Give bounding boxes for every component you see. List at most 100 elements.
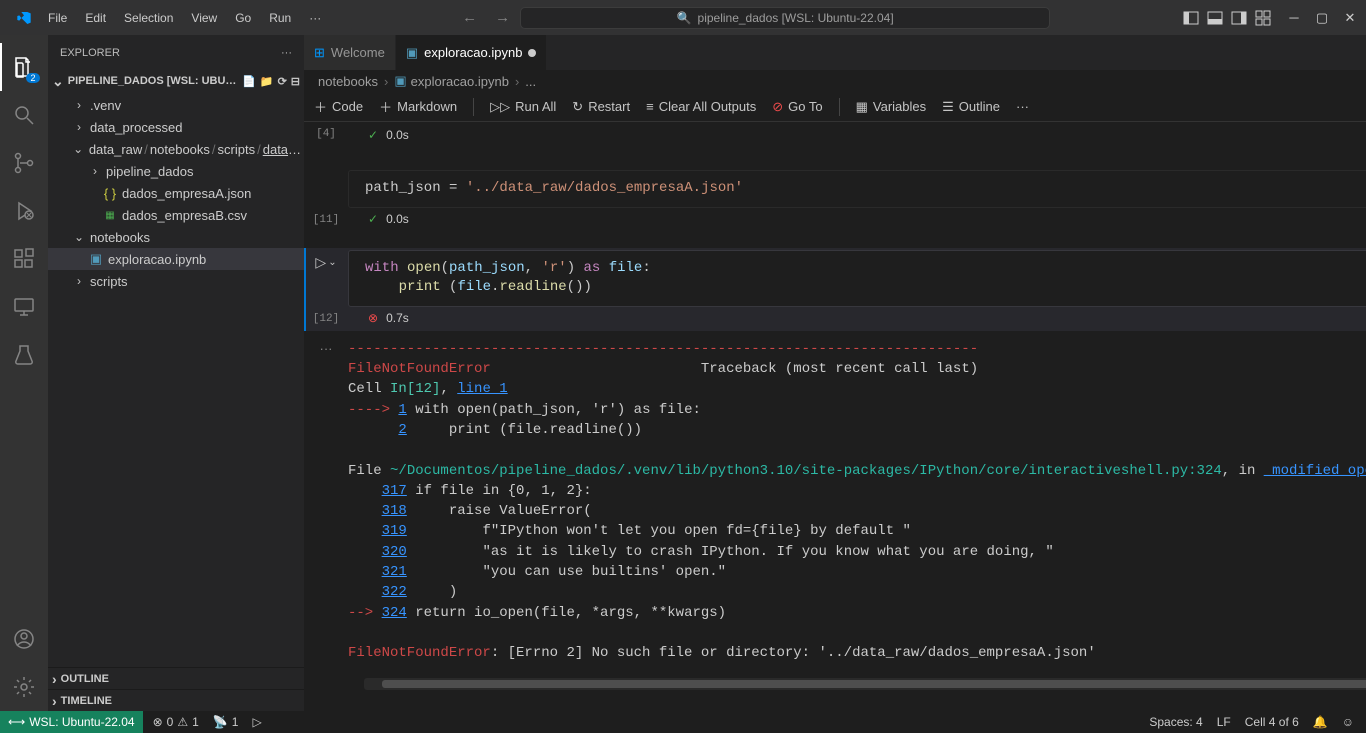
cell-12[interactable]: ⎙ ▷ ▷̲ ⊟ ··· 🗑 ▷ ⌄ [12] with open(path_j… [304, 248, 1366, 331]
menu-view[interactable]: View [183, 7, 225, 29]
tree-scripts[interactable]: › scripts [48, 270, 304, 292]
spaces-button[interactable]: Spaces: 4 [1149, 715, 1202, 729]
warning-icon: ⚠ [177, 715, 188, 729]
run-task-icon[interactable]: ▷ [252, 715, 261, 729]
add-code-button[interactable]: ＋Code [314, 97, 363, 116]
restart-icon: ↻ [572, 99, 583, 115]
activity-debug-icon[interactable] [0, 187, 48, 235]
run-all-button[interactable]: ▷▷Run All [490, 99, 556, 115]
plus-icon: ＋ [379, 97, 392, 116]
activity-source-control-icon[interactable] [0, 139, 48, 187]
eol-button[interactable]: LF [1217, 715, 1231, 729]
activity-testing-icon[interactable] [0, 331, 48, 379]
file-tree: › .venv › data_processed ⌄ data_raw/note… [48, 92, 304, 667]
goto-button[interactable]: ⊘Go To [772, 99, 822, 115]
outline-section[interactable]: › OUTLINE [48, 667, 304, 689]
search-icon: 🔍 [677, 11, 692, 25]
layout-sidebar-left-icon[interactable] [1183, 10, 1199, 26]
menu-more[interactable]: ··· [301, 7, 329, 29]
chevron-down-icon: ⌄ [72, 142, 85, 156]
feedback-icon[interactable]: ☺ [1342, 715, 1354, 729]
cell-11[interactable]: [11] path_json = '../data_raw/dados_empr… [304, 168, 1366, 232]
ports-button[interactable]: 📡1 [213, 715, 239, 729]
broadcast-icon: 📡 [213, 715, 228, 729]
tab-exploracao[interactable]: ▣ exploracao.ipynb [396, 35, 548, 70]
remote-indicator[interactable]: ⟷ WSL: Ubuntu-22.04 [0, 711, 143, 733]
plus-icon: ＋ [314, 97, 327, 116]
collapse-icon[interactable]: ⊟ [291, 75, 300, 88]
toolbar-more-icon[interactable]: ··· [1016, 99, 1029, 114]
breadcrumbs[interactable]: notebooks › ▣ exploracao.ipynb › ... [304, 70, 1366, 92]
tree-pipeline-dados[interactable]: › pipeline_dados [48, 160, 304, 182]
menu-bar: File Edit Selection View Go Run ··· [40, 7, 329, 29]
problems-button[interactable]: ⊗0 ⚠1 [153, 715, 199, 729]
activity-extensions-icon[interactable] [0, 235, 48, 283]
vscode-icon: ⊞ [314, 45, 325, 61]
tree-dados-b[interactable]: ▦ dados_empresaB.csv [48, 204, 304, 226]
chevron-down-icon: ⌄ [52, 73, 64, 90]
status-bar: ⟷ WSL: Ubuntu-22.04 ⊗0 ⚠1 📡1 ▷ Spaces: 4… [0, 711, 1366, 733]
tree-venv[interactable]: › .venv [48, 94, 304, 116]
nav-back-icon[interactable]: ← [462, 9, 477, 26]
close-icon[interactable]: ✕ [1342, 10, 1358, 26]
outline-button[interactable]: ☰Outline [942, 99, 1000, 115]
cell-4[interactable]: [4] ✓ 0.0s Python [304, 122, 1366, 148]
run-cell-button[interactable]: ▷ ⌄ [315, 254, 336, 271]
tree-exploracao[interactable]: ▣ exploracao.ipynb [48, 248, 304, 270]
activity-remote-explorer-icon[interactable] [0, 283, 48, 331]
sidebar-more-icon[interactable]: ··· [281, 47, 292, 59]
goto-icon: ⊘ [772, 99, 783, 115]
cell-position[interactable]: Cell 4 of 6 [1245, 715, 1299, 729]
workspace-title[interactable]: ⌄ PIPELINE_DADOS [WSL: UBUNTU-22.04] 📄 📁… [48, 70, 304, 92]
menu-run[interactable]: Run [261, 7, 299, 29]
search-text: pipeline_dados [WSL: Ubuntu-22.04] [698, 11, 894, 25]
notebook-icon: ▣ [394, 73, 406, 89]
traceback-output[interactable]: ----------------------------------------… [348, 333, 1366, 670]
tree-data-processed[interactable]: › data_processed [48, 116, 304, 138]
breadcrumb-file[interactable]: exploracao.ipynb [411, 74, 509, 89]
tree-data-raw[interactable]: ⌄ data_raw/notebooks/scripts/data_raw [48, 138, 304, 160]
tree-dados-a[interactable]: { } dados_empresaA.json [48, 182, 304, 204]
layout-sidebar-right-icon[interactable] [1231, 10, 1247, 26]
new-folder-icon[interactable]: 📁 [260, 75, 274, 88]
activity-search-icon[interactable] [0, 91, 48, 139]
json-icon: { } [102, 186, 118, 201]
restart-button[interactable]: ↻Restart [572, 99, 630, 115]
notebook-toolbar: ＋Code ＋Markdown ▷▷Run All ↻Restart ≡Clea… [304, 92, 1366, 122]
breadcrumb-more[interactable]: ... [525, 74, 536, 89]
output-scrollbar[interactable] [364, 678, 1366, 690]
dirty-indicator-icon [528, 49, 536, 57]
title-bar: File Edit Selection View Go Run ··· ← → … [0, 0, 1366, 35]
activity-accounts-icon[interactable] [0, 615, 48, 663]
maximize-icon[interactable]: ▢ [1314, 10, 1330, 26]
timeline-section[interactable]: › TIMELINE [48, 689, 304, 711]
notebook-body[interactable]: [4] ✓ 0.0s Python [11] path_json = '.. [304, 122, 1366, 711]
nav-forward-icon[interactable]: → [495, 9, 510, 26]
clear-outputs-button[interactable]: ≡Clear All Outputs [646, 99, 756, 114]
success-icon: ✓ [368, 212, 378, 226]
tree-notebooks[interactable]: ⌄ notebooks [48, 226, 304, 248]
command-center[interactable]: 🔍 pipeline_dados [WSL: Ubuntu-22.04] [520, 7, 1050, 29]
notifications-icon[interactable]: 🔔 [1313, 715, 1328, 729]
menu-selection[interactable]: Selection [116, 7, 181, 29]
layout-panel-icon[interactable] [1207, 10, 1223, 26]
refresh-icon[interactable]: ⟳ [278, 75, 287, 88]
sidebar-title: EXPLORER [60, 47, 120, 59]
output-more-icon[interactable]: ··· [320, 341, 333, 356]
remote-icon: ⟷ [8, 715, 25, 729]
minimize-icon[interactable]: ─ [1286, 10, 1302, 26]
add-markdown-button[interactable]: ＋Markdown [379, 97, 457, 116]
cell-code[interactable]: path_json = '../data_raw/dados_empresaA.… [348, 170, 1366, 208]
breadcrumb-folder[interactable]: notebooks [318, 74, 378, 89]
new-file-icon[interactable]: 📄 [242, 75, 256, 88]
menu-edit[interactable]: Edit [77, 7, 114, 29]
variables-button[interactable]: ▦Variables [856, 99, 927, 115]
customize-layout-icon[interactable] [1255, 10, 1271, 26]
cell-code[interactable]: with open(path_json, 'r') as file: print… [348, 250, 1366, 307]
activity-explorer-icon[interactable]: 2 [0, 43, 48, 91]
menu-file[interactable]: File [40, 7, 75, 29]
menu-go[interactable]: Go [227, 7, 259, 29]
chevron-right-icon: › [72, 98, 86, 112]
tab-welcome[interactable]: ⊞ Welcome [304, 35, 396, 70]
activity-settings-icon[interactable] [0, 663, 48, 711]
